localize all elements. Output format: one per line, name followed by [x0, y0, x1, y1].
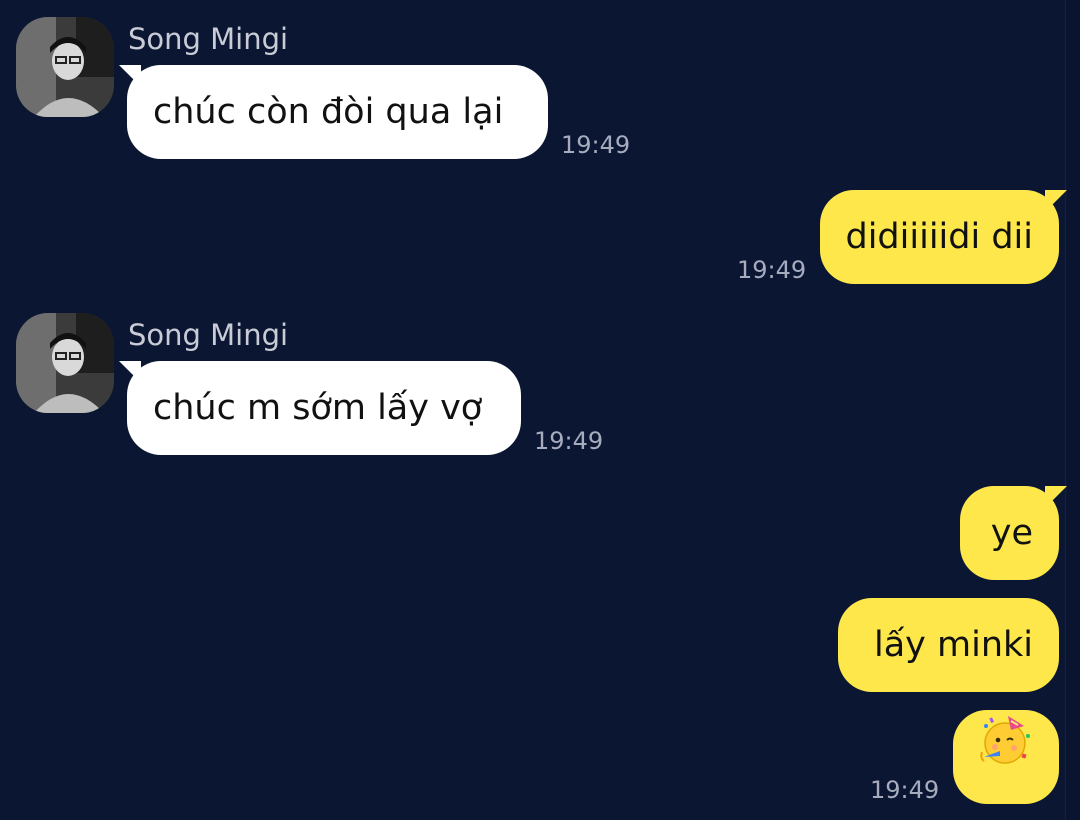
outgoing-message-bubble[interactable]: ye	[960, 486, 1067, 580]
message-text: didiiiiidi dii	[845, 217, 1033, 257]
sender-name: Song Mingi	[128, 318, 289, 352]
bubble-tail	[1045, 190, 1067, 212]
sender-name: Song Mingi	[128, 22, 289, 56]
incoming-message-bubble[interactable]: chúc còn đòi qua lại	[119, 65, 548, 159]
message-timestamp: 19:49	[737, 256, 807, 284]
message-timestamp: 19:49	[534, 427, 604, 455]
outgoing-emoji-bubble[interactable]	[953, 710, 1059, 804]
partying-face-icon	[978, 710, 1034, 804]
bubble-tail	[1045, 486, 1067, 508]
message-timestamp: 19:49	[561, 131, 631, 159]
avatar[interactable]	[16, 313, 114, 413]
scroll-edge	[1065, 0, 1080, 820]
incoming-message-bubble[interactable]: chúc m sớm lấy vợ	[119, 361, 521, 455]
outgoing-message-bubble[interactable]: lấy minki	[838, 598, 1059, 692]
message-timestamp: 19:49	[870, 776, 940, 804]
message-text: chúc còn đòi qua lại	[153, 92, 504, 132]
message-text: ye	[990, 513, 1033, 553]
outgoing-message-bubble[interactable]: didiiiiidi dii	[820, 190, 1067, 284]
message-text: lấy minki	[873, 625, 1033, 665]
avatar[interactable]	[16, 17, 114, 117]
bubble-tail	[119, 361, 141, 383]
bubble-tail	[119, 65, 141, 87]
message-text: chúc m sớm lấy vợ	[153, 388, 483, 428]
